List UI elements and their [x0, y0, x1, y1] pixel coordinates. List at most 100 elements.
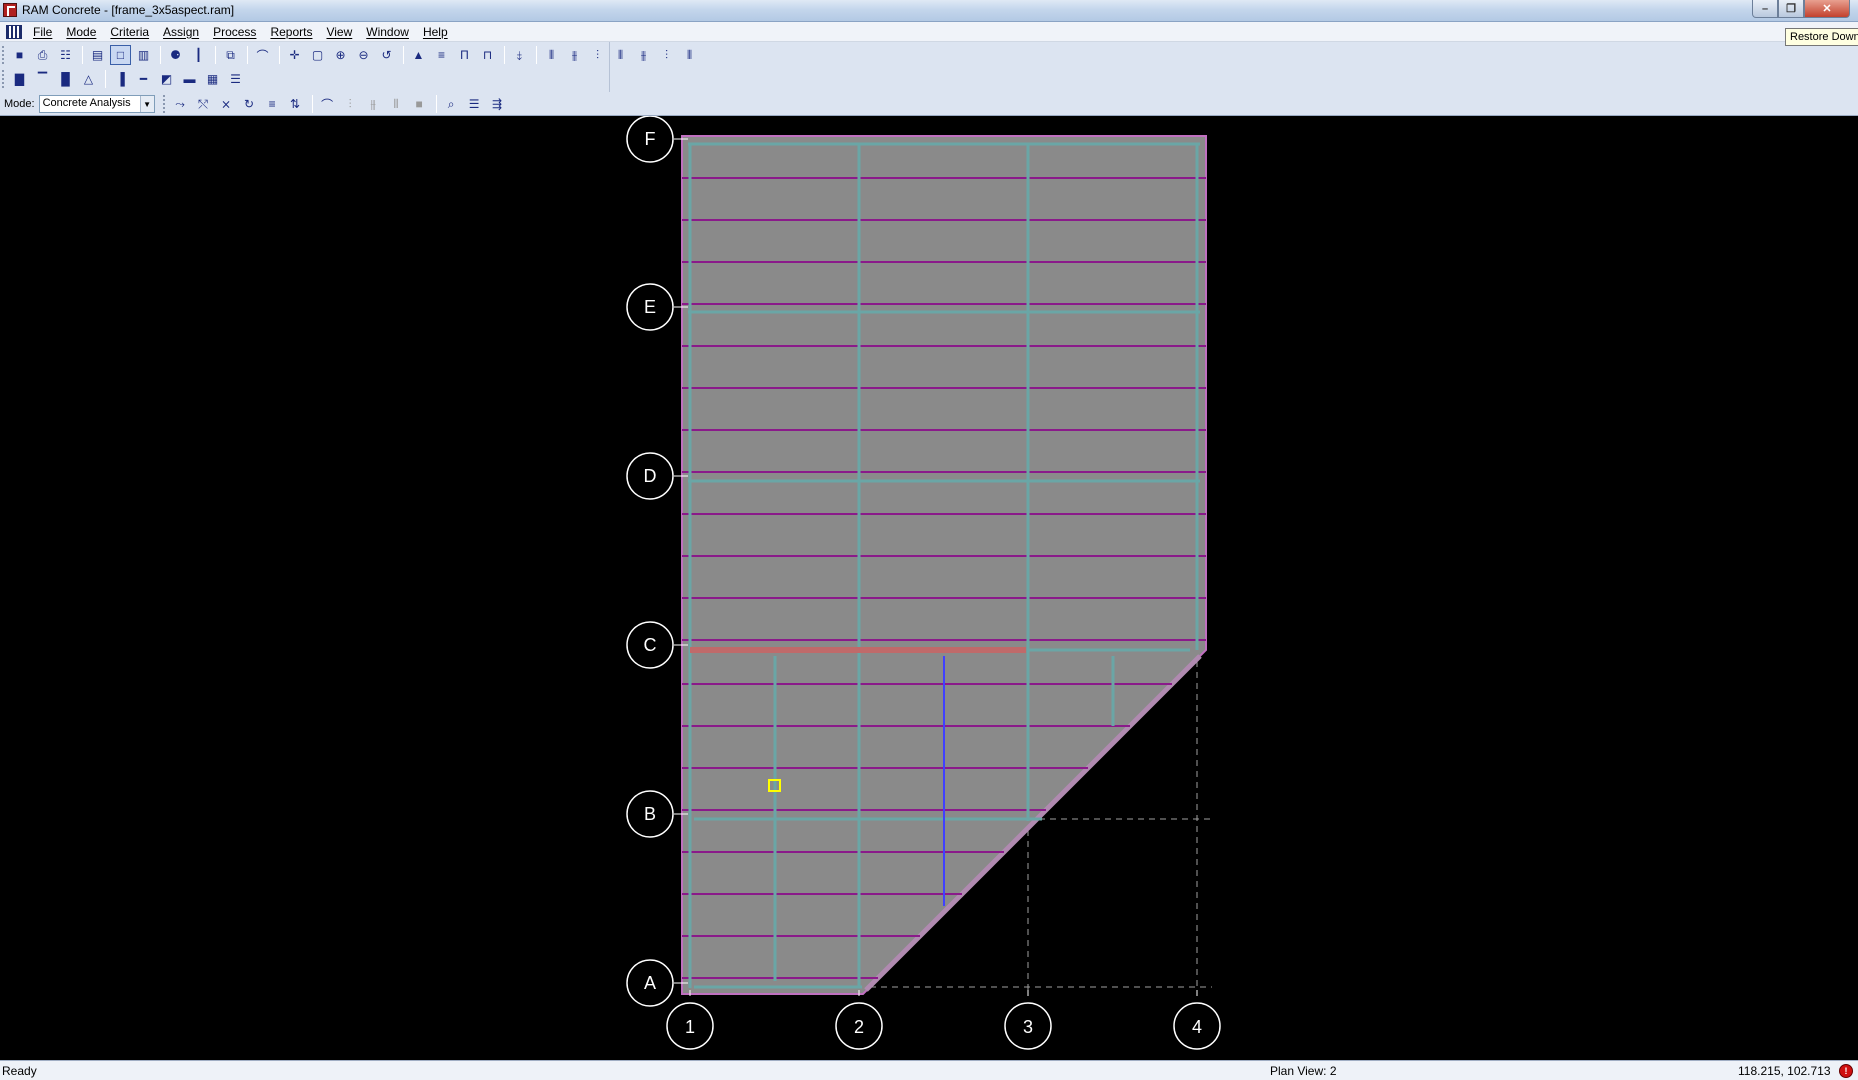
pan-icon[interactable]: ✛ — [284, 45, 305, 65]
grid-label-row: F — [645, 129, 656, 149]
menu-criteria[interactable]: Criteria — [103, 25, 156, 39]
story-up-icon[interactable]: ▲ — [408, 45, 429, 65]
section-icon[interactable]: ⧉ — [220, 45, 241, 65]
toolbar-area: ■ ⎙ ☷ ▤ □ ▥ ⚈ ┃ ⧉ ⌒ ✛ ▢ ⊕ ⊖ ↺ ▲ ≡ Π ⊓ ⤈ ⫴ ⫵ ⫶ ⫴ ⫵ ⫶ ⫴ ▇ ▔ █ △ ▐ ━ ◩ ▬ ▦ ☰ M… — [0, 42, 1858, 116]
grid-icon[interactable]: ▦ — [202, 69, 223, 89]
alert-icon[interactable]: ! — [1839, 1064, 1853, 1078]
zoom-in-icon[interactable]: ⊕ — [330, 45, 351, 65]
draw-icon[interactable]: ⌒ — [252, 45, 273, 65]
minimize-button[interactable]: – — [1752, 0, 1778, 18]
beam-design-1-icon[interactable]: ⫴ — [541, 45, 562, 65]
slab-icon[interactable]: ◩ — [156, 69, 177, 89]
stop-icon[interactable]: ■ — [409, 94, 430, 114]
document-icon[interactable] — [6, 24, 22, 39]
grid-label-col: 1 — [685, 1017, 695, 1037]
menu-reports[interactable]: Reports — [263, 25, 319, 39]
menu-view[interactable]: View — [319, 25, 359, 39]
menu-help[interactable]: Help — [416, 25, 455, 39]
chevron-down-icon[interactable]: ▼ — [139, 96, 154, 112]
menu-file[interactable]: File — [26, 25, 59, 39]
toolbar-row-main: ■ ⎙ ☷ ▤ □ ▥ ⚈ ┃ ⧉ ⌒ ✛ ▢ ⊕ ⊖ ↺ ▲ ≡ Π ⊓ ⤈ ⫴ ⫵ ⫶ ⫴ ⫵ ⫶ ⫴ — [2, 43, 702, 67]
window-title: RAM Concrete - [frame_3x5aspect.ram] — [22, 3, 235, 17]
moment-icon[interactable]: ⤳ — [170, 94, 191, 114]
combo-icon[interactable]: ⫵ — [363, 94, 384, 114]
foundation-icon[interactable]: ▬ — [179, 69, 200, 89]
close-button[interactable]: ✕ — [1804, 0, 1850, 18]
status-coordinates: 118.215, 102.713 — [1738, 1064, 1831, 1078]
toolbar-divider — [609, 42, 610, 92]
grid-label-row: B — [644, 804, 656, 824]
beam-design-6-icon[interactable]: ⫶ — [656, 45, 677, 65]
column-design-icon[interactable]: ▐ — [110, 69, 131, 89]
elevation-view-icon[interactable]: ▥ — [133, 45, 154, 65]
zoom-previous-icon[interactable]: ↺ — [376, 45, 397, 65]
mode-dropdown[interactable]: Concrete Analysis ▼ — [38, 95, 155, 113]
title-bar: RAM Concrete - [frame_3x5aspect.ram] – ❐… — [0, 0, 1858, 22]
find-icon[interactable]: ⚈ — [165, 45, 186, 65]
toolbar-grip[interactable] — [2, 70, 6, 88]
menu-process[interactable]: Process — [206, 25, 263, 39]
table-icon[interactable]: ☰ — [225, 69, 246, 89]
envelope-icon[interactable]: ⫶ — [340, 94, 361, 114]
grid-label-row: A — [644, 973, 656, 993]
export-icon[interactable]: ⇶ — [487, 94, 508, 114]
menu-assign[interactable]: Assign — [156, 25, 206, 39]
report-icon[interactable]: ☷ — [55, 45, 76, 65]
frame-info-icon[interactable]: ⤈ — [509, 45, 530, 65]
reaction-icon[interactable]: ⇅ — [285, 94, 306, 114]
beam-design-5-icon[interactable]: ⫵ — [633, 45, 654, 65]
story-icon[interactable]: ≡ — [431, 45, 452, 65]
axial-icon[interactable]: ⨯ — [216, 94, 237, 114]
beam-design-7-icon[interactable]: ⫴ — [679, 45, 700, 65]
grid-label-col: 2 — [854, 1017, 864, 1037]
toolbar-grip[interactable] — [2, 46, 6, 64]
load-table-icon[interactable]: ≡ — [262, 94, 283, 114]
print-icon[interactable]: ⎙ — [32, 45, 53, 65]
toolbar-separator — [403, 46, 404, 64]
plan-view-icon[interactable]: □ — [110, 45, 131, 65]
grid-label-col: 4 — [1192, 1017, 1202, 1037]
column-icon[interactable]: Π — [454, 45, 475, 65]
wall-mode-icon[interactable]: █ — [55, 69, 76, 89]
view-results-icon[interactable]: ☰ — [464, 94, 485, 114]
plan-view-canvas[interactable]: A B C D E F 1 2 3 4 — [0, 116, 1858, 1060]
mode-label: Mode: — [4, 98, 35, 110]
frame-view-icon[interactable]: ▤ — [87, 45, 108, 65]
menu-window[interactable]: Window — [359, 25, 416, 39]
plan-drawing[interactable]: A B C D E F 1 2 3 4 — [0, 116, 1858, 1060]
restore-button[interactable]: ❐ — [1778, 0, 1804, 18]
results-icon[interactable]: ⌕ — [441, 94, 462, 114]
save-icon[interactable]: ■ — [9, 45, 30, 65]
grid-label-row: D — [644, 466, 657, 486]
status-bar: Ready Plan View: 2 118.215, 102.713 ! — [0, 1060, 1858, 1080]
footing-mode-icon[interactable]: △ — [78, 69, 99, 89]
beam-mode-icon[interactable]: ▔ — [32, 69, 53, 89]
toolbar-separator — [247, 46, 248, 64]
mode-dropdown-value: Concrete Analysis — [42, 97, 131, 109]
grid-label-col: 3 — [1023, 1017, 1033, 1037]
toolbar-separator — [105, 70, 106, 88]
zoom-window-icon[interactable]: ▢ — [307, 45, 328, 65]
toolbar-separator — [279, 46, 280, 64]
shear-icon[interactable]: ⤲ — [193, 94, 214, 114]
grid-label-row: C — [644, 635, 657, 655]
toolbar-separator — [504, 46, 505, 64]
toolbar-row-modes: ▇ ▔ █ △ ▐ ━ ◩ ▬ ▦ ☰ — [2, 67, 248, 91]
toolbar-separator — [435, 95, 437, 113]
zoom-out-icon[interactable]: ⊖ — [353, 45, 374, 65]
toolbar-grip[interactable] — [162, 95, 167, 113]
beam-design-icon[interactable]: ━ — [133, 69, 154, 89]
toolbar-separator — [311, 95, 313, 113]
menu-mode[interactable]: Mode — [59, 25, 103, 39]
torsion-icon[interactable]: ↻ — [239, 94, 260, 114]
beam-design-3-icon[interactable]: ⫶ — [587, 45, 608, 65]
deflection-icon[interactable]: ⌒ — [317, 94, 338, 114]
member-info-icon[interactable]: ┃ — [188, 45, 209, 65]
beam-design-4-icon[interactable]: ⫴ — [610, 45, 631, 65]
menu-bar: File Mode Criteria Assign Process Reports View… — [0, 22, 1858, 42]
status-text: Ready — [2, 1064, 37, 1078]
beam-design-2-icon[interactable]: ⫵ — [564, 45, 585, 65]
column-mode-icon[interactable]: ▇ — [9, 69, 30, 89]
diagram-icon[interactable]: ⫴ — [386, 94, 407, 114]
frame-icon[interactable]: ⊓ — [477, 45, 498, 65]
